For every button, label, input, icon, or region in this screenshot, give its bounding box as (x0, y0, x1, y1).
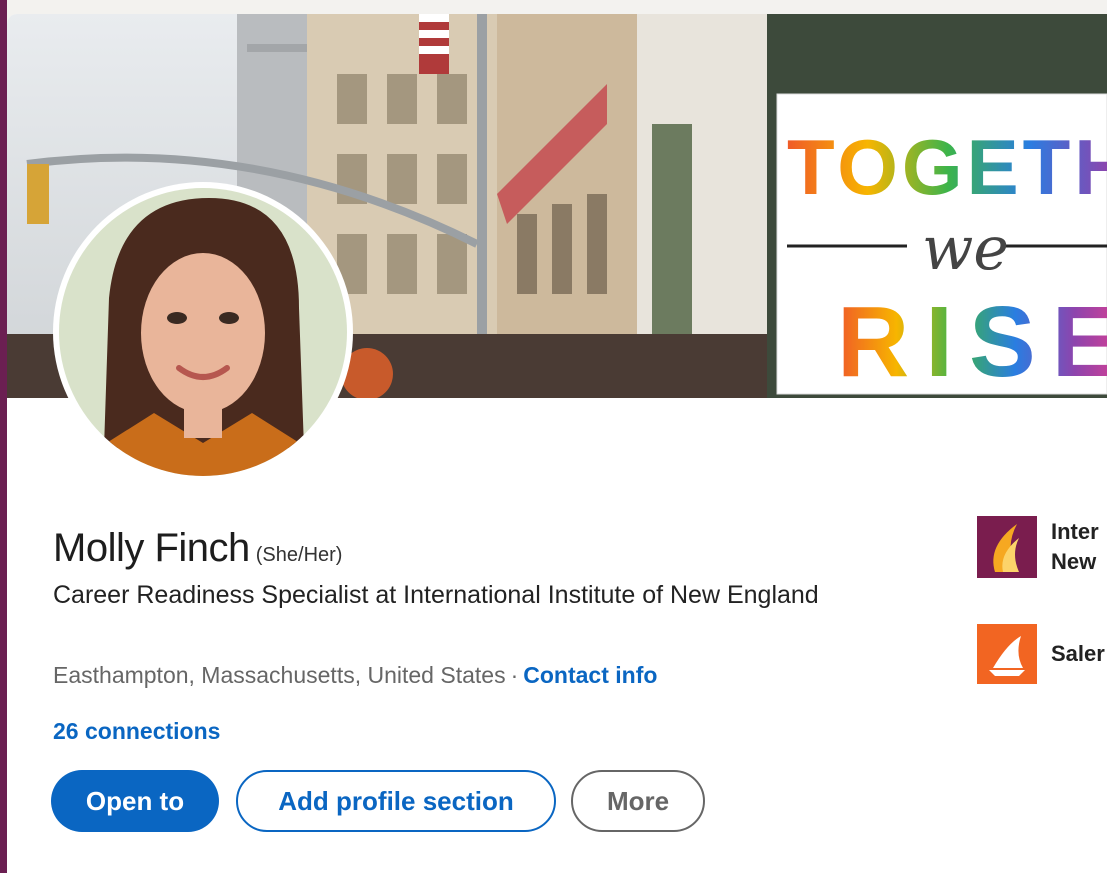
current-org-line1: Inter (1051, 519, 1099, 544)
add-profile-section-button[interactable]: Add profile section (236, 770, 556, 832)
ship-icon (977, 624, 1037, 684)
more-button[interactable]: More (571, 770, 705, 832)
open-to-button[interactable]: Open to (51, 770, 219, 832)
connections-link[interactable]: 26 connections (53, 718, 220, 745)
separator-dot: · (510, 662, 519, 688)
education-org-link[interactable]: Saler (977, 624, 1107, 684)
institute-flame-icon (977, 516, 1037, 578)
profile-headline: Career Readiness Specialist at Internati… (53, 581, 819, 609)
current-org-line2: New (1051, 549, 1097, 574)
current-org-link[interactable]: Inter New (977, 516, 1107, 578)
banner-sign-middle: we (922, 214, 1009, 284)
banner-sign-bottom: RISE (837, 286, 1107, 398)
profile-card: TOGETHE we RISE Molly Finch (She/He (7, 14, 1107, 873)
banner-sign-top: TOGETHE (787, 123, 1107, 211)
location-row: Easthampton, Massachusetts, United State… (53, 662, 657, 689)
profile-location: Easthampton, Massachusetts, United State… (53, 662, 506, 688)
profile-name: Molly Finch (53, 526, 250, 570)
avatar (59, 188, 347, 476)
profile-photo[interactable] (53, 182, 353, 482)
profile-pronouns: (She/Her) (255, 544, 343, 566)
education-org-line1: Saler (1051, 641, 1105, 666)
window-edge (0, 0, 7, 873)
contact-info-link[interactable]: Contact info (523, 662, 657, 688)
